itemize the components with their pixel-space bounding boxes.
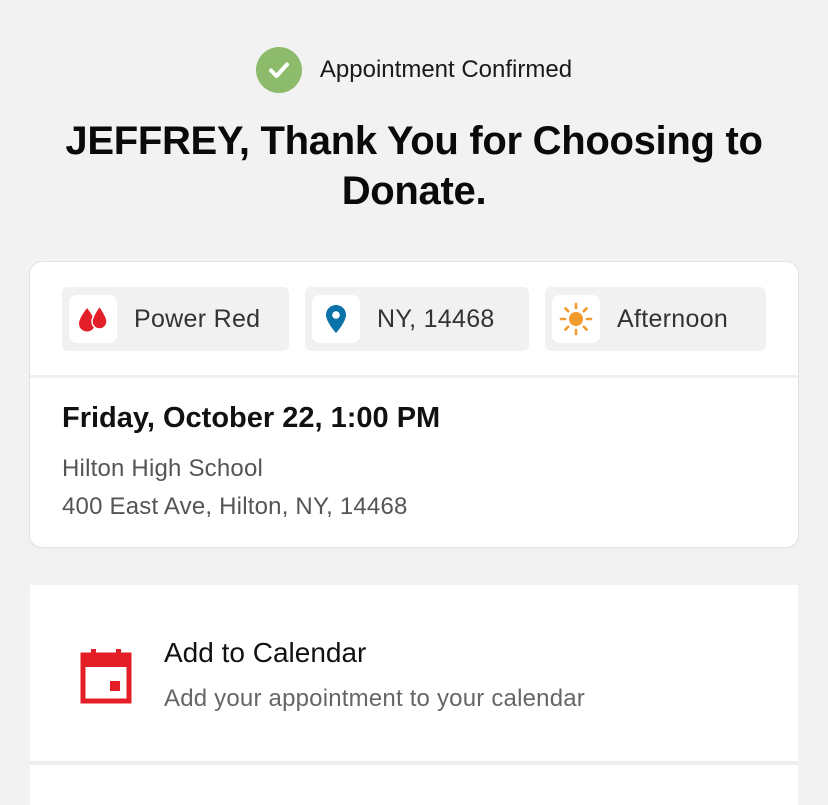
appointment-address: 400 East Ave, Hilton, NY, 14468 [62,493,408,520]
appointment-chips: Power Red NY, 14468 Afternoon [62,287,766,351]
calendar-subtitle: Add your appointment to your calendar [164,685,585,712]
add-to-calendar-button[interactable]: Add to Calendar Add your appointment to … [30,585,798,765]
blood-drops-icon [69,295,117,343]
location-chip: NY, 14468 [305,287,529,351]
check-circle-icon [255,47,302,93]
appointment-datetime: Friday, October 22, 1:00 PM [62,402,441,434]
time-of-day-label: Afternoon [617,304,729,333]
calendar-icon [80,648,132,709]
card-divider [30,375,798,378]
confirmation-status: Appointment Confirmed [0,47,828,93]
time-of-day-chip: Afternoon [545,287,766,351]
donation-type-chip: Power Red [62,287,289,351]
page-title: JEFFREY, Thank You for Choosing to Donat… [65,119,763,213]
calendar-title: Add to Calendar [164,637,367,668]
status-text: Appointment Confirmed [319,56,573,83]
location-label: NY, 14468 [377,304,495,333]
sun-icon [552,295,600,343]
next-action-panel[interactable] [30,765,798,805]
location-pin-icon [312,295,360,343]
appointment-venue: Hilton High School [62,455,264,482]
donation-type-label: Power Red [134,304,261,333]
